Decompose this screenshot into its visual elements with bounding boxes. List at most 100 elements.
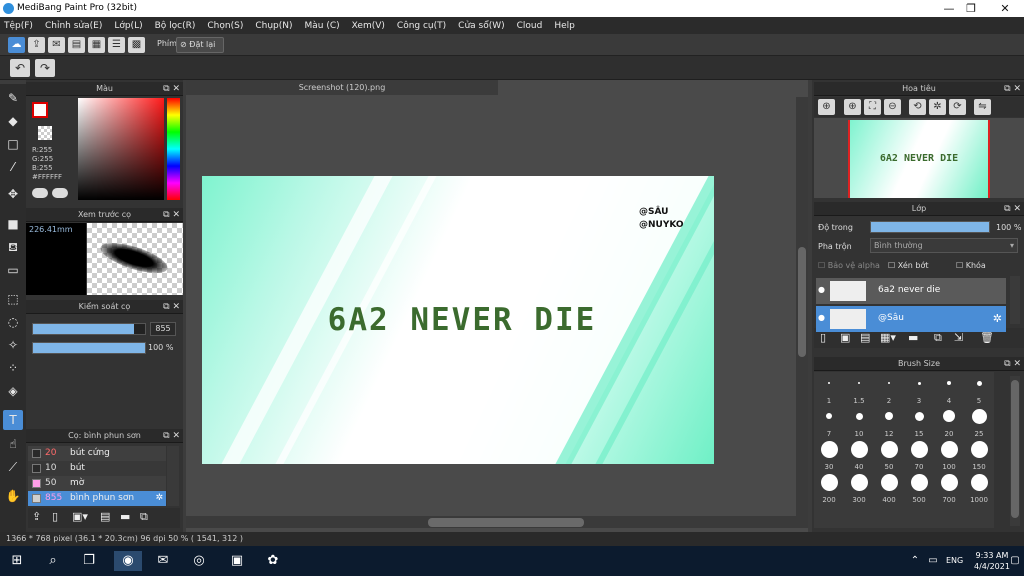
brush-size-dot[interactable] — [914, 411, 924, 421]
menu-view[interactable]: Xem(V) — [352, 21, 385, 31]
reset-button[interactable]: ⊘ Đặt lại — [176, 37, 224, 53]
delete-layer-icon[interactable]: 🗑 — [980, 331, 994, 344]
chrome-icon[interactable]: ◎ — [188, 551, 210, 571]
redo-icon[interactable]: ↷ — [35, 59, 55, 77]
tray-network-icon[interactable]: ▭ — [922, 551, 944, 571]
eye-icon[interactable]: ● — [818, 313, 825, 322]
menu-tools[interactable]: Công cụ(T) — [397, 21, 446, 31]
rotate-right-icon[interactable]: ⟳ — [949, 99, 966, 115]
duplicate-layer-icon[interactable]: ⧉ — [934, 331, 942, 345]
magic-wand-tool-icon[interactable]: ✧ — [3, 335, 23, 355]
brush-size-dot[interactable] — [850, 473, 868, 491]
select-eraser-tool-icon[interactable]: ◈ — [3, 381, 23, 401]
background-color-swatch[interactable] — [38, 126, 52, 140]
menu-layer[interactable]: Lớp(L) — [114, 21, 142, 31]
select-rect-tool-icon[interactable]: ⬚ — [3, 289, 23, 309]
brush-opacity-slider[interactable] — [32, 342, 146, 354]
flip-icon[interactable]: ⇋ — [974, 99, 991, 115]
canvas-horizontal-scrollbar[interactable] — [186, 516, 808, 528]
brush-size-dot[interactable] — [947, 381, 951, 385]
brush-upload-icon[interactable]: ⇪ — [32, 510, 41, 523]
brush-size-dot[interactable] — [820, 440, 838, 458]
share-icon[interactable]: ⇪ — [28, 37, 45, 53]
dot-tool-icon[interactable]: ⁄ — [3, 157, 23, 177]
gear-icon[interactable]: ✲ — [155, 491, 163, 506]
message-icon[interactable]: ▤ — [68, 37, 85, 53]
blend-mode-select[interactable]: Bình thường ▾ — [870, 238, 1018, 253]
new-8bit-layer-icon[interactable]: ▤ — [860, 331, 870, 344]
brush-size-scrollbar[interactable] — [1010, 376, 1020, 526]
notifications-icon[interactable]: ▢ — [1008, 551, 1022, 571]
brush-size-value[interactable]: 855 — [150, 322, 176, 336]
brush-duplicate-icon[interactable]: ⧉ — [140, 510, 148, 524]
hand-tool-icon[interactable]: ✋ — [3, 486, 23, 506]
zoom-in-icon[interactable]: ⊕ — [818, 99, 835, 115]
rectangle-tool-icon[interactable]: □ — [3, 134, 23, 154]
reset-view-icon[interactable]: ✲ — [929, 99, 946, 115]
list-icon[interactable]: ☰ — [108, 37, 125, 53]
menu-help[interactable]: Help — [554, 21, 575, 31]
fill-rect-tool-icon[interactable]: ■ — [3, 214, 23, 234]
layer-list-scrollbar[interactable] — [1010, 276, 1020, 324]
brush-size-dot[interactable] — [828, 382, 830, 384]
eraser-tool-icon[interactable]: ◆ — [3, 111, 23, 131]
comment-icon[interactable]: ✉ — [48, 37, 65, 53]
panel-close-icon[interactable]: ⧉ ✕ — [163, 300, 180, 314]
brush-folder-icon[interactable]: ▬ — [120, 510, 130, 523]
layer-row[interactable]: ● @Sâu ✲ — [816, 306, 1006, 332]
add-brush-icon[interactable]: ▣▾ — [72, 510, 88, 523]
brush-size-dot[interactable] — [940, 440, 958, 458]
lock-option[interactable]: ☐ Khóa — [956, 261, 986, 270]
language-indicator[interactable]: ENG — [946, 556, 963, 565]
panel-close-icon[interactable]: ⧉ ✕ — [163, 208, 180, 222]
panel-close-icon[interactable]: ⧉ ✕ — [163, 82, 180, 96]
color-mode-toggle[interactable] — [52, 188, 68, 198]
brush-size-dot[interactable] — [880, 473, 898, 491]
color-picker-toggle[interactable] — [32, 188, 48, 198]
grid-icon[interactable]: ▩ — [128, 37, 145, 53]
brush-size-dot[interactable] — [910, 473, 928, 491]
mail-app-icon[interactable]: ✉ — [152, 551, 174, 571]
brush-size-dot[interactable] — [970, 473, 988, 491]
brush-size-dot[interactable] — [850, 440, 868, 458]
cloud-icon[interactable]: ☁ — [8, 37, 25, 53]
lasso-tool-icon[interactable]: ◌ — [3, 312, 23, 332]
game-app-icon[interactable]: ▣ — [226, 551, 248, 571]
eye-icon[interactable]: ● — [818, 285, 825, 294]
panel-close-icon[interactable]: ⧉ ✕ — [1004, 357, 1021, 371]
panel-close-icon[interactable]: ⧉ ✕ — [1004, 82, 1021, 96]
zoom-plus-icon[interactable]: ⊕ — [844, 99, 861, 115]
navigator-preview[interactable]: 6A2 NEVER DIE — [814, 118, 1024, 198]
menu-select[interactable]: Chọn(S) — [207, 21, 243, 31]
eyedropper-tool-icon[interactable]: ⟋ — [3, 457, 23, 477]
maximize-button[interactable]: ❐ — [956, 1, 986, 16]
brush-size-dot[interactable] — [971, 408, 987, 424]
move-tool-icon[interactable]: ✥ — [3, 184, 23, 204]
foreground-color-swatch[interactable] — [32, 102, 48, 118]
document-tab[interactable]: Screenshot (120).png — [186, 80, 498, 95]
brush-tool-icon[interactable]: ✎ — [3, 88, 23, 108]
document-icon[interactable]: ▦ — [88, 37, 105, 53]
brush-list-item[interactable]: 50 mờ — [28, 476, 166, 491]
new-layer-icon[interactable]: ▯ — [820, 331, 826, 344]
brush-size-dot[interactable] — [855, 412, 863, 420]
text-tool-icon[interactable]: T — [3, 410, 23, 430]
brush-size-dot[interactable] — [910, 440, 928, 458]
new-halftone-layer-icon[interactable]: ▣ — [840, 331, 850, 344]
select-pen-tool-icon[interactable]: ⁘ — [3, 358, 23, 378]
menu-edit[interactable]: Chỉnh sửa(E) — [45, 21, 102, 31]
brush-size-dot[interactable] — [820, 473, 838, 491]
layer-row[interactable]: ● 6a2 never die — [816, 278, 1006, 304]
brush-size-dot[interactable] — [880, 440, 898, 458]
add-layer-dropdown-icon[interactable]: ▦▾ — [880, 331, 896, 344]
menu-cloud[interactable]: Cloud — [517, 21, 543, 31]
brush-size-dot[interactable] — [917, 381, 921, 385]
brush-size-dot[interactable] — [970, 440, 988, 458]
new-brush-icon[interactable]: ▯ — [52, 510, 58, 523]
operation-tool-icon[interactable]: ☝ — [3, 434, 23, 454]
artwork-canvas[interactable]: 6A2 NEVER DIE @SÂU @NUYKO — [202, 176, 714, 464]
saturation-value-picker[interactable] — [78, 98, 164, 200]
brush-size-slider[interactable] — [32, 323, 146, 335]
menu-snap[interactable]: Chụp(N) — [255, 21, 292, 31]
rotate-left-icon[interactable]: ⟲ — [909, 99, 926, 115]
